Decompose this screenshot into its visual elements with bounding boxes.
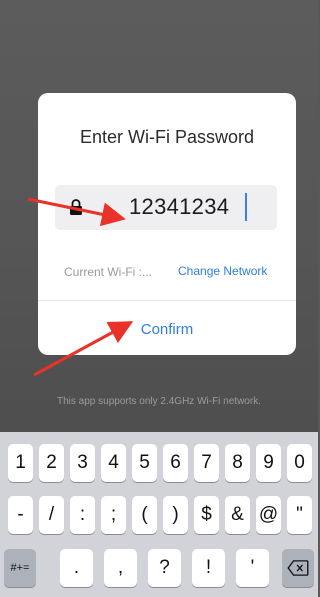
- key-close-paren[interactable]: ): [163, 496, 188, 534]
- key-question[interactable]: ?: [148, 549, 181, 587]
- key-ampersand[interactable]: &: [225, 496, 250, 534]
- password-field[interactable]: 12341234: [55, 185, 277, 230]
- key-hyphen[interactable]: -: [8, 496, 33, 534]
- text-caret: [245, 193, 247, 221]
- password-value: 12341234: [129, 194, 230, 219]
- key-dollar[interactable]: $: [194, 496, 219, 534]
- key-open-paren[interactable]: (: [132, 496, 157, 534]
- confirm-button[interactable]: Confirm: [38, 321, 296, 338]
- key-2[interactable]: 2: [39, 444, 64, 482]
- lock-icon: [70, 199, 82, 215]
- key-1[interactable]: 1: [8, 444, 33, 482]
- key-4[interactable]: 4: [101, 444, 126, 482]
- wifi-password-dialog: Enter Wi-Fi Password 12341234 Current Wi…: [38, 93, 296, 355]
- key-semicolon[interactable]: ;: [101, 496, 126, 534]
- key-at[interactable]: @: [256, 496, 281, 534]
- compatibility-notice: This app supports only 2.4GHz Wi-Fi netw…: [57, 396, 261, 407]
- key-apostrophe[interactable]: ': [236, 549, 269, 587]
- backspace-icon: [287, 560, 309, 576]
- key-6[interactable]: 6: [163, 444, 188, 482]
- key-colon[interactable]: :: [70, 496, 95, 534]
- key-8[interactable]: 8: [225, 444, 250, 482]
- key-exclamation[interactable]: !: [192, 549, 225, 587]
- key-0[interactable]: 0: [287, 444, 312, 482]
- key-7[interactable]: 7: [194, 444, 219, 482]
- change-network-link[interactable]: Change Network: [178, 264, 267, 278]
- current-wifi-label: Current Wi-Fi :...: [64, 265, 153, 279]
- key-9[interactable]: 9: [256, 444, 281, 482]
- key-period[interactable]: .: [60, 549, 93, 587]
- dialog-title: Enter Wi-Fi Password: [79, 127, 255, 147]
- key-comma[interactable]: ,: [104, 549, 137, 587]
- divider: [38, 300, 296, 301]
- key-slash[interactable]: /: [39, 496, 64, 534]
- key-quote[interactable]: ": [287, 496, 312, 534]
- symbols-toggle-key[interactable]: #+=: [4, 549, 36, 587]
- key-5[interactable]: 5: [132, 444, 157, 482]
- delete-key[interactable]: [282, 549, 314, 587]
- key-3[interactable]: 3: [70, 444, 95, 482]
- keyboard: 1 2 3 4 5 6 7 8 9 0 - / : ; ( ) $ & @ " …: [0, 432, 318, 597]
